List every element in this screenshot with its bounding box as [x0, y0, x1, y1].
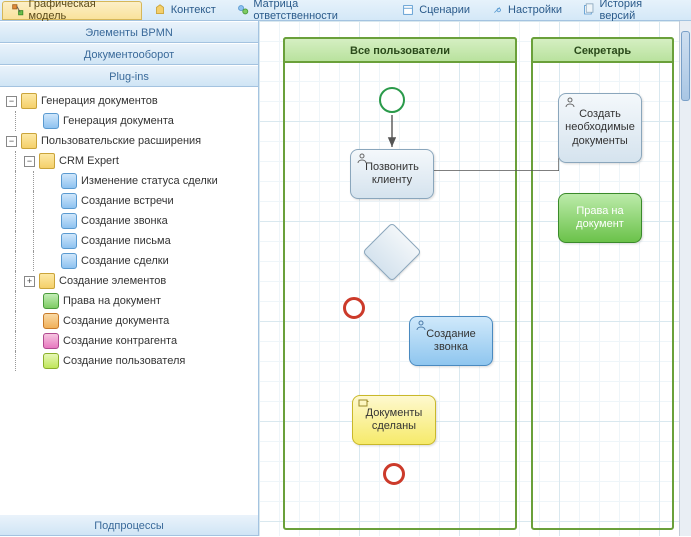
- lane-header: Секретарь: [531, 37, 674, 63]
- tree-crm-expert[interactable]: − CRM Expert: [4, 151, 258, 171]
- end-event-no[interactable]: [343, 297, 365, 319]
- tab-label: Настройки: [508, 4, 562, 16]
- tree-label: Создание элементов: [59, 275, 166, 287]
- panel-subprocesses[interactable]: Подпроцессы: [0, 514, 258, 536]
- tree-create-meeting[interactable]: Создание встречи: [4, 191, 258, 211]
- item-icon: [61, 213, 77, 229]
- folder-icon: [39, 273, 55, 289]
- tree-label: Генерация документа: [63, 115, 174, 127]
- model-icon: [11, 3, 25, 17]
- tab-graphical-model[interactable]: Графическая модель: [2, 1, 142, 20]
- tree-label: CRM Expert: [59, 155, 119, 167]
- item-icon: [43, 333, 59, 349]
- folder-icon: [39, 153, 55, 169]
- task-create-docs[interactable]: Создать необходимые документы: [558, 93, 642, 163]
- tree-gen-doc[interactable]: Генерация документа: [4, 111, 258, 131]
- collapse-icon[interactable]: −: [6, 96, 17, 107]
- expand-icon[interactable]: +: [24, 276, 35, 287]
- panel-plugins[interactable]: Plug-ins: [0, 65, 258, 87]
- user-icon: [415, 320, 427, 330]
- scrollbar-vertical[interactable]: [679, 21, 691, 536]
- task-call-client[interactable]: Позвонить клиенту: [350, 149, 434, 199]
- tree-create-counterparty[interactable]: Создание контрагента: [4, 331, 258, 351]
- task-label: Позвонить клиенту: [351, 161, 433, 187]
- tree-create-letter[interactable]: Создание письма: [4, 231, 258, 251]
- tab-label: Матрица ответственности: [253, 0, 381, 22]
- user-icon: [356, 153, 368, 163]
- panel-docflow[interactable]: Документооборот: [0, 43, 258, 65]
- scrollbar-thumb[interactable]: [681, 31, 690, 101]
- item-icon: [43, 313, 59, 329]
- tree-gen-docs[interactable]: − Генерация документов: [4, 91, 258, 111]
- tab-context[interactable]: Контекст: [144, 1, 225, 20]
- collapse-icon[interactable]: −: [24, 156, 35, 167]
- task-docs-done[interactable]: Документы сделаны: [352, 395, 436, 445]
- tab-label: Сценарии: [419, 4, 470, 16]
- tree-create-elements[interactable]: + Создание элементов: [4, 271, 258, 291]
- diagram-canvas[interactable]: Все пользователи Секретарь Нет Да Позвон…: [259, 21, 691, 536]
- tree-label: Создание контрагента: [63, 335, 177, 347]
- tree-label: Создание звонка: [81, 215, 168, 227]
- tab-settings[interactable]: Настройки: [481, 1, 571, 20]
- task-rights[interactable]: Права на документ: [558, 193, 642, 243]
- item-icon: [61, 233, 77, 249]
- lane-header: Все пользователи: [283, 37, 517, 63]
- tab-matrix[interactable]: Матрица ответственности: [227, 1, 390, 20]
- folder-icon: [21, 93, 37, 109]
- tree-label: Создание сделки: [81, 255, 169, 267]
- tab-label: Графическая модель: [29, 0, 133, 22]
- sidebar: Элементы BPMN Документооборот Plug-ins −…: [0, 21, 259, 536]
- tab-bar: Графическая модель Контекст Матрица отве…: [0, 0, 691, 21]
- lane-all-users[interactable]: Все пользователи: [283, 37, 517, 530]
- tab-label: История версий: [599, 0, 678, 22]
- matrix-icon: [236, 3, 250, 17]
- tree-create-call[interactable]: Создание звонка: [4, 211, 258, 231]
- tree-label: Создание встречи: [81, 195, 174, 207]
- note-icon: [358, 399, 370, 409]
- tree-user-extensions[interactable]: − Пользовательские расширения: [4, 131, 258, 151]
- tab-scenarios[interactable]: Сценарии: [392, 1, 479, 20]
- task-label: Создать необходимые документы: [559, 108, 641, 148]
- context-icon: [153, 3, 167, 17]
- task-label: Создание звонка: [410, 328, 492, 354]
- task-label: Права на документ: [559, 205, 641, 231]
- tree-create-deal[interactable]: Создание сделки: [4, 251, 258, 271]
- tree-label: Пользовательские расширения: [41, 135, 201, 147]
- scenario-icon: [401, 3, 415, 17]
- tree-label: Изменение статуса сделки: [81, 175, 218, 187]
- item-icon: [61, 193, 77, 209]
- tree-create-doc[interactable]: Создание документа: [4, 311, 258, 331]
- settings-icon: [490, 3, 504, 17]
- item-icon: [43, 293, 59, 309]
- tab-history[interactable]: История версий: [573, 1, 687, 20]
- user-icon: [564, 97, 576, 107]
- history-icon: [582, 3, 596, 17]
- tree-label: Права на документ: [63, 295, 161, 307]
- tree-label: Создание письма: [81, 235, 171, 247]
- tab-label: Контекст: [171, 4, 216, 16]
- tree: − Генерация документов Генерация документ…: [0, 87, 258, 514]
- tree-create-user[interactable]: Создание пользователя: [4, 351, 258, 371]
- collapse-icon[interactable]: −: [6, 136, 17, 147]
- folder-icon: [21, 133, 37, 149]
- document-icon: [43, 113, 59, 129]
- tree-label: Создание пользователя: [63, 355, 185, 367]
- item-icon: [61, 253, 77, 269]
- tree-label: Создание документа: [63, 315, 169, 327]
- task-create-call[interactable]: Создание звонка: [409, 316, 493, 366]
- item-icon: [43, 353, 59, 369]
- tree-label: Генерация документов: [41, 95, 158, 107]
- end-event[interactable]: [383, 463, 405, 485]
- task-label: Документы сделаны: [353, 407, 435, 433]
- panel-bpmn-elements[interactable]: Элементы BPMN: [0, 21, 258, 43]
- start-event[interactable]: [379, 87, 405, 113]
- tree-doc-rights[interactable]: Права на документ: [4, 291, 258, 311]
- tree-deal-status[interactable]: Изменение статуса сделки: [4, 171, 258, 191]
- item-icon: [61, 173, 77, 189]
